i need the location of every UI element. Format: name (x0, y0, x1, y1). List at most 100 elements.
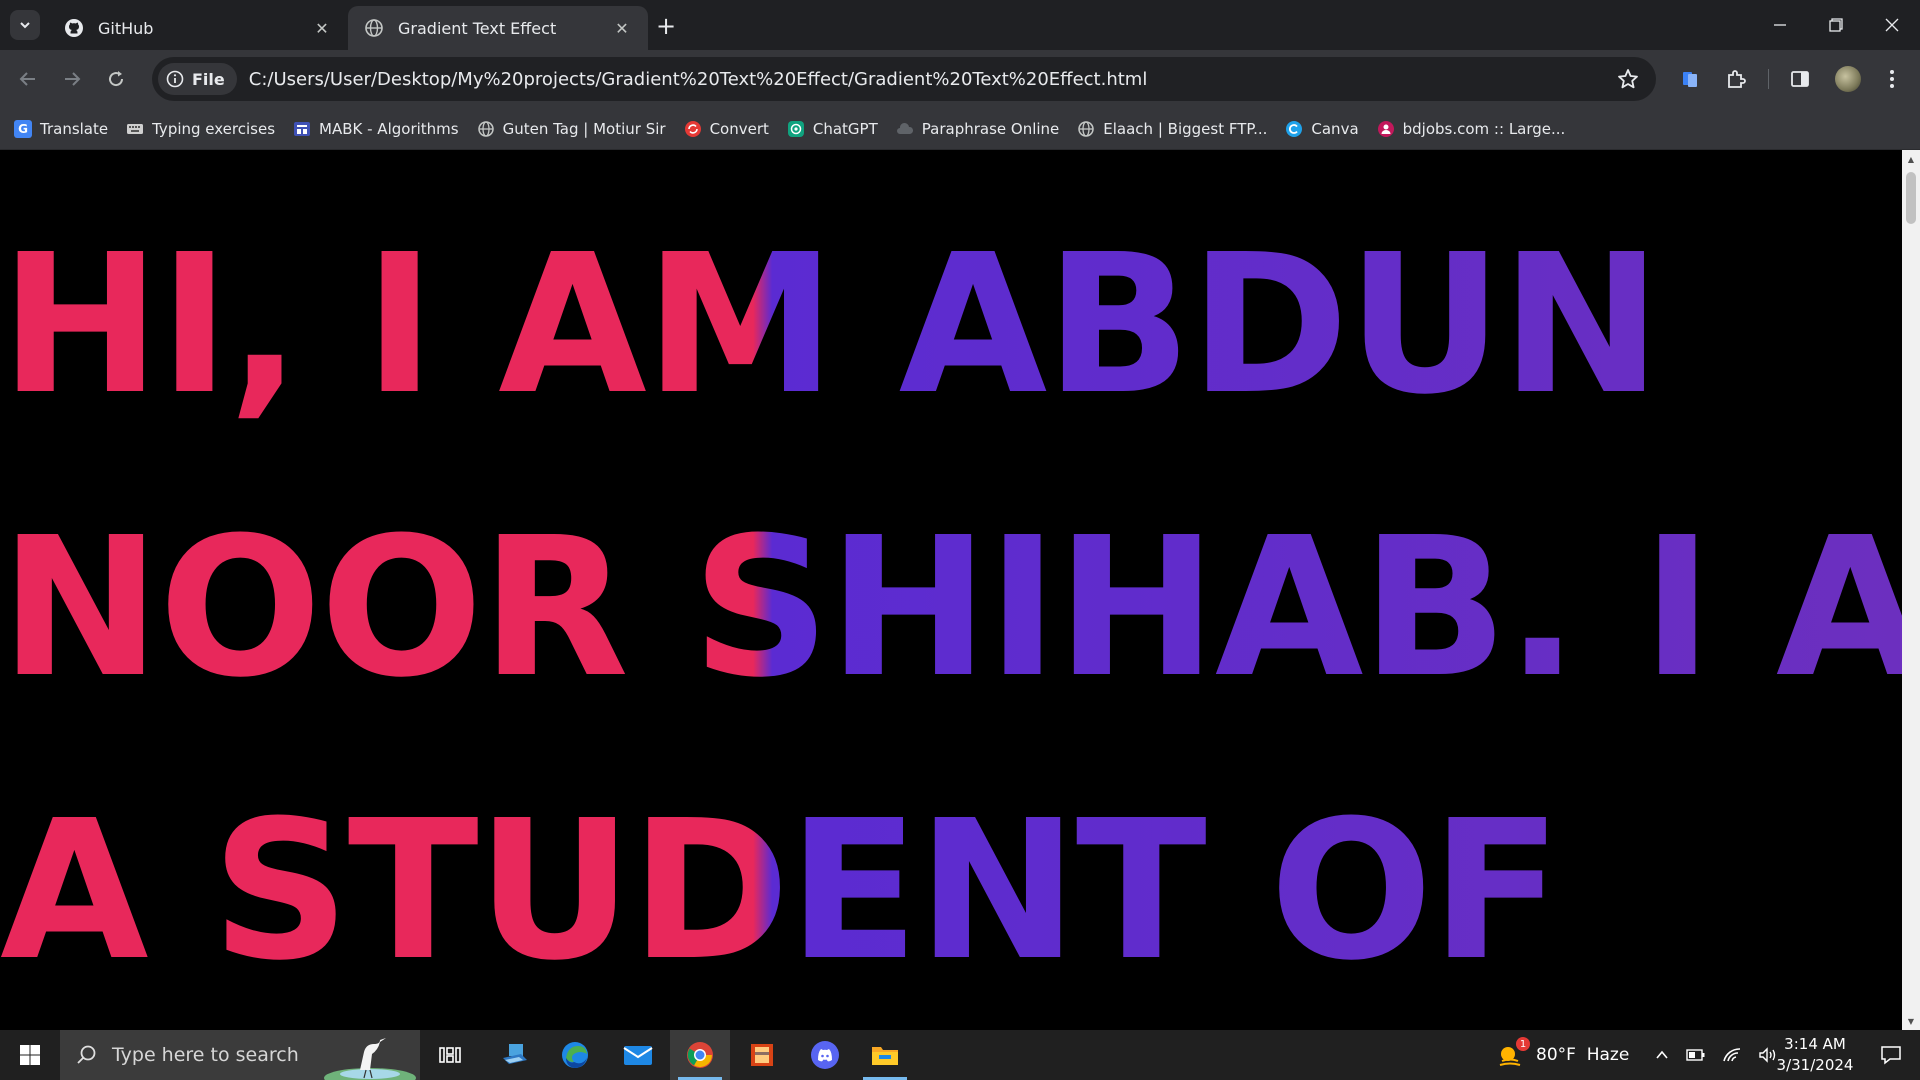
kebab-menu-icon (1890, 70, 1894, 88)
back-button[interactable] (12, 63, 44, 95)
reading-mode-button[interactable] (1674, 63, 1706, 95)
globe-icon (364, 18, 384, 38)
bookmark-guten-tag[interactable]: Guten Tag | Motiur Sir (477, 120, 666, 138)
toolbar-separator (1768, 69, 1769, 89)
tab-search-button[interactable] (10, 10, 40, 40)
bookmark-paraphrase-online[interactable]: Paraphrase Online (896, 119, 1060, 138)
folder-icon (872, 1047, 898, 1065)
taskbar-app-computer[interactable] (485, 1030, 545, 1080)
bookmark-label: Convert (709, 119, 769, 138)
close-tab-icon[interactable]: ✕ (312, 18, 332, 38)
start-button[interactable] (0, 1030, 60, 1080)
star-icon (1618, 69, 1638, 89)
bookmark-bdjobs[interactable]: bdjobs.com :: Large... (1377, 119, 1566, 138)
discord-icon (811, 1041, 839, 1069)
bookmark-star-button[interactable] (1616, 67, 1640, 91)
url-text[interactable]: C:/Users/User/Desktop/My%20projects/Grad… (249, 69, 1148, 90)
windows-taskbar: Type here to search 1 80°F Haze 3:14 AM … (0, 1030, 1920, 1080)
globe-icon (477, 120, 495, 138)
browser-toolbar: File C:/Users/User/Desktop/My%20projects… (0, 50, 1920, 108)
arrow-right-icon (65, 72, 81, 86)
close-tab-icon[interactable]: ✕ (612, 18, 632, 38)
chatgpt-icon (787, 120, 805, 138)
close-icon (1885, 18, 1899, 32)
forward-button[interactable] (56, 63, 88, 95)
taskbar-app-mail[interactable] (608, 1030, 668, 1080)
bookmark-mabk-algorithms[interactable]: MABK - Algorithms (293, 120, 459, 138)
headline-line: NOOR SHIHAB. I AM (0, 497, 1902, 720)
tab-github[interactable]: GitHub ✕ (48, 6, 348, 50)
reload-button[interactable] (100, 63, 132, 95)
new-tab-button[interactable]: + (652, 12, 680, 40)
bookmark-label: ChatGPT (812, 119, 878, 138)
notifications-button[interactable] (1866, 1030, 1916, 1080)
scroll-thumb[interactable] (1906, 172, 1916, 224)
bookmark-label: Paraphrase Online (921, 119, 1060, 138)
tab-title: Gradient Text Effect (398, 18, 557, 38)
bookmark-label: Translate (40, 119, 109, 138)
taskbar-app-chrome[interactable] (670, 1030, 730, 1080)
avatar (1835, 66, 1861, 92)
scroll-down-icon[interactable]: ▼ (1906, 1016, 1916, 1026)
bookmark-typing-exercises[interactable]: Typing exercises (126, 120, 275, 138)
vertical-scrollbar[interactable]: ▲ ▼ (1902, 150, 1920, 1030)
weather-text: 80°F Haze (1536, 1045, 1630, 1065)
headline-line: HI, I AM ABDUN (0, 214, 1660, 437)
bookmark-canva[interactable]: Canva (1285, 119, 1359, 138)
site-info-chip[interactable]: File (158, 63, 237, 95)
gradient-headline: HI, I AM ABDUN NOOR SHIHAB. I AM A STUDE… (0, 184, 1902, 1030)
edge-icon (562, 1042, 588, 1068)
computer-icon (503, 1044, 527, 1064)
keyboard-icon (126, 120, 144, 138)
tab-gradient-text-effect[interactable]: Gradient Text Effect ✕ (348, 6, 648, 50)
document-icon (1683, 72, 1697, 87)
extensions-button[interactable] (1720, 63, 1752, 95)
canva-icon (1285, 120, 1303, 138)
weather-widget[interactable]: 1 80°F Haze (1496, 1030, 1629, 1080)
notification-icon (1881, 1046, 1901, 1065)
search-highlight-illustration (320, 1030, 420, 1080)
minimize-button[interactable] (1752, 0, 1808, 50)
taskbar-app-discord[interactable] (795, 1030, 855, 1080)
task-view-icon (439, 1047, 461, 1063)
task-view-button[interactable] (420, 1030, 480, 1080)
bookmark-chatgpt[interactable]: ChatGPT (787, 120, 878, 138)
address-bar[interactable]: File C:/Users/User/Desktop/My%20projects… (152, 57, 1656, 101)
bookmark-convert[interactable]: Convert (684, 120, 769, 138)
battery-icon[interactable] (1686, 1048, 1706, 1062)
taskbar-search[interactable]: Type here to search (60, 1030, 420, 1080)
bookmark-label: Canva (1311, 119, 1359, 138)
archive-icon (751, 1044, 773, 1066)
globe-icon (1077, 120, 1095, 138)
search-placeholder: Type here to search (112, 1044, 299, 1066)
bookmark-elaach[interactable]: Elaach | Biggest FTP... (1077, 120, 1267, 138)
taskbar-app-edge[interactable] (545, 1030, 605, 1080)
bdjobs-icon (1377, 120, 1395, 138)
bookmark-label: MABK - Algorithms (319, 119, 459, 138)
cloud-icon (896, 120, 914, 138)
bookmark-translate[interactable]: G Translate (14, 119, 109, 138)
menu-button[interactable] (1876, 63, 1908, 95)
bookmark-label: Elaach | Biggest FTP... (1103, 119, 1268, 138)
bookmark-label: Typing exercises (152, 119, 276, 138)
puzzle-icon (1728, 70, 1746, 88)
close-window-button[interactable] (1864, 0, 1920, 50)
wifi-icon[interactable] (1722, 1047, 1742, 1063)
taskbar-app-file-explorer[interactable] (855, 1030, 915, 1080)
google-translate-icon: G (14, 119, 32, 138)
chrome-icon (687, 1042, 713, 1068)
clock-time: 3:14 AM (1784, 1035, 1846, 1053)
side-panel-button[interactable] (1784, 63, 1816, 95)
windows-logo-icon (20, 1045, 40, 1065)
taskbar-app-winrar[interactable] (732, 1030, 792, 1080)
profile-button[interactable] (1832, 63, 1864, 95)
bookmark-label: Guten Tag | Motiur Sir (502, 119, 666, 138)
chevron-up-icon[interactable] (1654, 1047, 1670, 1063)
github-icon (64, 18, 84, 38)
convert-icon (684, 120, 702, 138)
info-icon (166, 70, 184, 88)
taskbar-clock[interactable]: 3:14 AM 3/31/2024 (1760, 1034, 1870, 1076)
scroll-up-icon[interactable]: ▲ (1906, 154, 1916, 164)
bookmark-label: bdjobs.com :: Large... (1402, 119, 1566, 138)
restore-button[interactable] (1808, 0, 1864, 50)
